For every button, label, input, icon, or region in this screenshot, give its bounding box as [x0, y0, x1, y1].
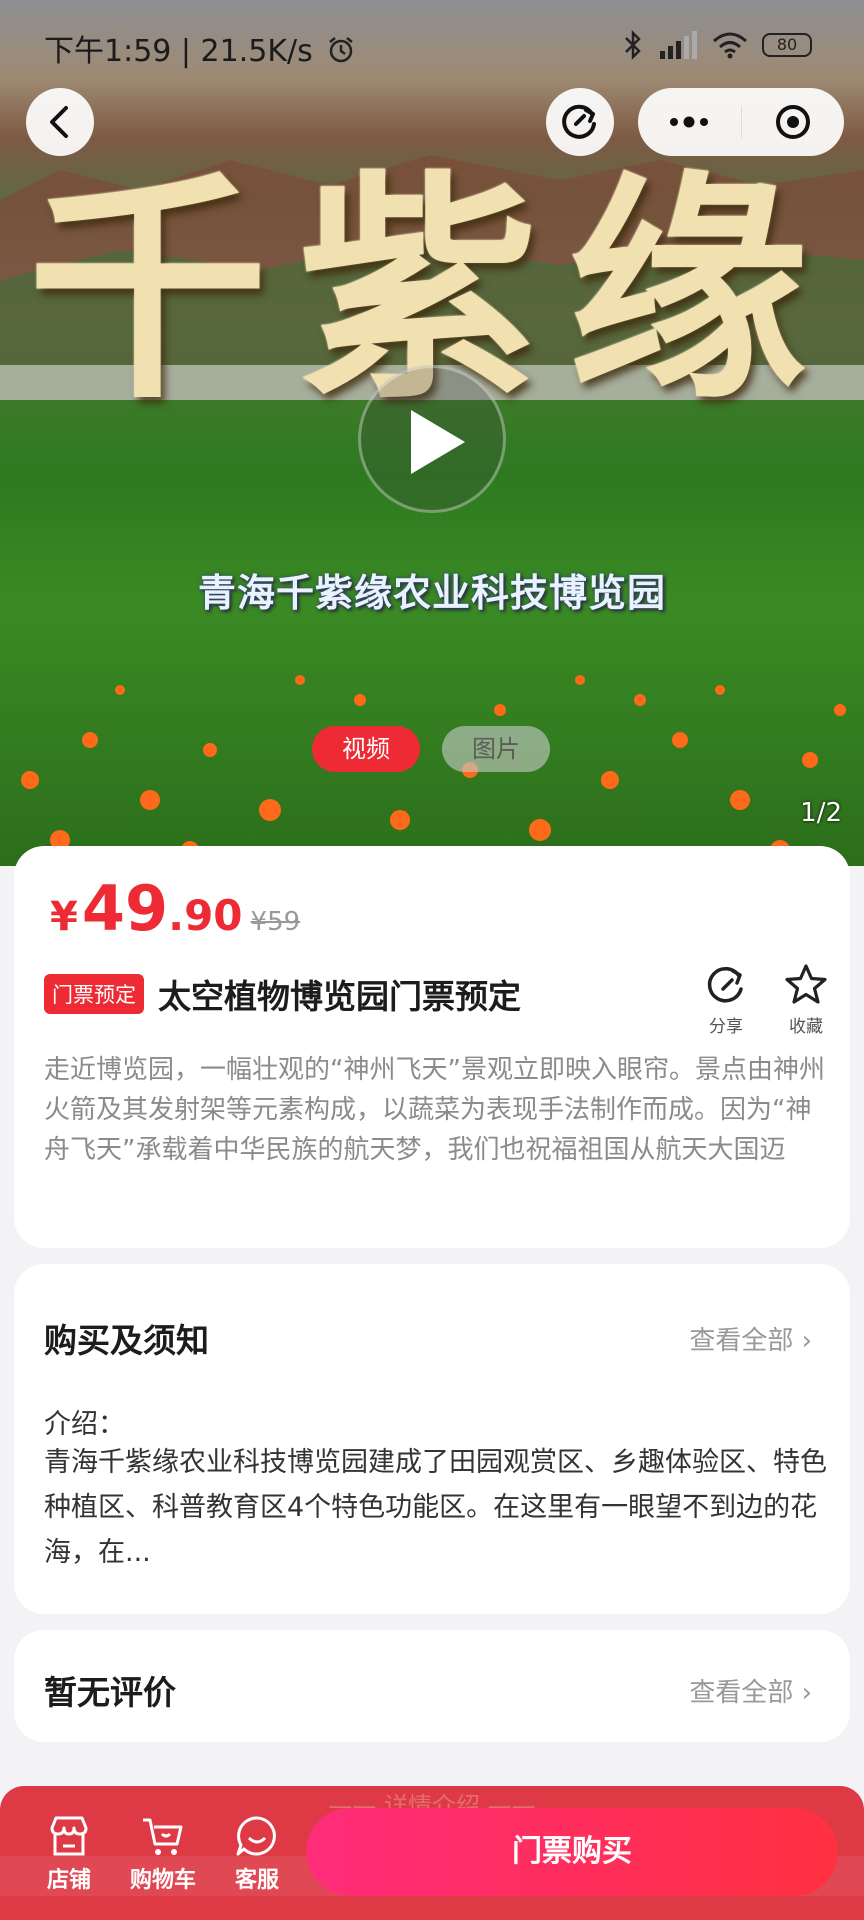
star-icon — [785, 964, 827, 1004]
mini-program-capsule — [638, 88, 844, 156]
bottom-action-bar: —— 详情介绍 —— 店铺 购物车 客服 门票购买 — [0, 1786, 864, 1920]
back-button[interactable] — [26, 88, 94, 156]
price-row: ¥ 49 .90 ¥59 — [50, 872, 300, 945]
customer-service-label: 客服 — [234, 1868, 279, 1893]
refresh-button[interactable] — [546, 88, 614, 156]
product-description: 走近博览园，一幅壮观的“神州飞天”景观立即映入眼帘。景点由神州火箭及其发射架等元… — [44, 1055, 825, 1165]
cart-label: 购物车 — [129, 1868, 196, 1893]
tab-images[interactable]: 图片 — [442, 726, 550, 772]
notice-intro-text: 青海千紫缘农业科技博览园建成了田园观赏区、乡趣体验区、特色种植区、科普教育区4个… — [44, 1447, 827, 1568]
price-decimal: .90 — [168, 891, 243, 940]
customer-service-button[interactable]: 客服 — [212, 1814, 302, 1894]
store-label: 店铺 — [46, 1868, 91, 1893]
original-price: ¥59 — [250, 907, 301, 937]
wifi-icon — [713, 32, 747, 59]
purchase-notice-card: 购买及须知 查看全部 › 介绍： 青海千紫缘农业科技博览园建成了田园观赏区、乡趣… — [14, 1264, 850, 1614]
share-label: 分享 — [709, 1017, 743, 1037]
favorite-label: 收藏 — [789, 1017, 823, 1037]
refresh-icon — [562, 104, 596, 139]
review-card: 暂无评价 查看全部 › — [14, 1630, 850, 1742]
cart-icon — [143, 1818, 183, 1855]
share-icon — [707, 966, 743, 1003]
notice-intro-label: 介绍： — [44, 1409, 125, 1440]
status-bar: 下午1:59 | 21.5K/s 80 — [0, 0, 864, 90]
play-button[interactable] — [358, 365, 506, 513]
alarm-icon — [329, 37, 354, 63]
hero-subtitle: 青海千紫缘农业科技博览园 — [197, 571, 666, 615]
notice-title: 购买及须知 — [44, 1321, 209, 1360]
store-icon — [50, 1816, 88, 1856]
media-counter: 1/2 — [800, 798, 842, 828]
product-title: 太空植物博览园门票预定 — [158, 977, 521, 1016]
bluetooth-icon — [625, 30, 641, 60]
hero-flower-field — [21, 675, 846, 860]
share-button[interactable]: 分享 — [696, 962, 756, 1037]
signal-icon — [660, 31, 697, 59]
product-card: ¥ 49 .90 ¥59 门票预定 太空植物博览园门票预定 分享 收藏 走近博览… — [14, 846, 850, 1248]
store-button[interactable]: 店铺 — [24, 1814, 114, 1894]
review-title: 暂无评价 — [44, 1673, 176, 1712]
status-time-text: 下午1:59 | 21.5K/s — [44, 34, 313, 69]
media-tabs: 视频 图片 — [312, 726, 550, 772]
play-icon — [411, 410, 465, 474]
review-view-all-link[interactable]: 查看全部 › — [689, 1672, 812, 1709]
battery-indicator: 80 — [762, 33, 812, 57]
tab-video[interactable]: 视频 — [312, 726, 420, 772]
chat-icon — [236, 1816, 276, 1856]
cart-button[interactable]: 购物车 — [118, 1814, 208, 1894]
more-icon[interactable] — [638, 88, 741, 156]
chevron-left-icon — [50, 106, 68, 138]
favorite-button[interactable]: 收藏 — [776, 962, 836, 1037]
status-time: 下午1:59 | 21.5K/s — [44, 26, 356, 70]
buy-ticket-button[interactable]: 门票购买 — [306, 1808, 838, 1896]
notice-view-all-link[interactable]: 查看全部 › — [689, 1320, 812, 1357]
price-symbol: ¥ — [50, 894, 78, 940]
price-integer: 49 — [81, 872, 169, 945]
ticket-tag: 门票预定 — [44, 974, 144, 1014]
status-icons: 80 — [622, 30, 812, 60]
title-row: 门票预定 太空植物博览园门票预定 — [44, 970, 521, 1018]
close-target-icon[interactable] — [741, 88, 844, 156]
